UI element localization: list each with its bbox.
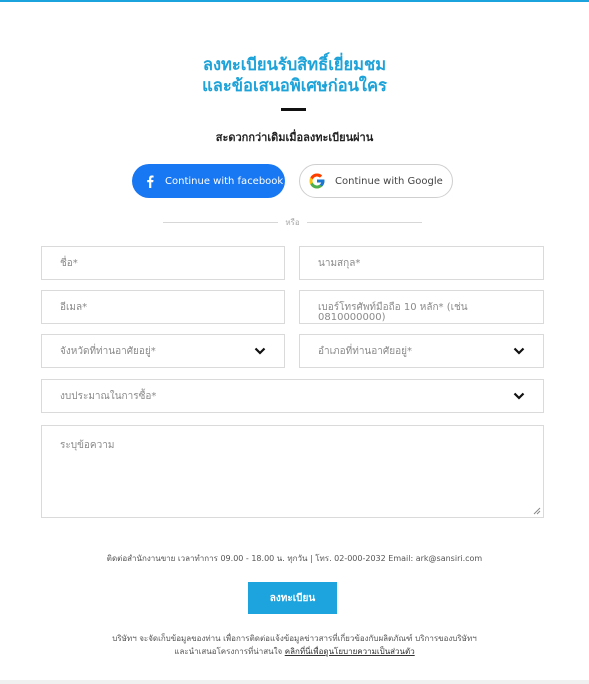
google-login-button[interactable]: Continue with Google (299, 164, 453, 198)
or-line-right (307, 222, 422, 223)
first-name-input[interactable]: ชื่อ* (41, 246, 285, 280)
google-icon (308, 172, 326, 190)
title-line-2: และข้อเสนอพิเศษก่อนใคร (202, 76, 387, 95)
first-name-placeholder: ชื่อ* (60, 257, 78, 269)
message-textarea[interactable]: ระบุข้อความ (41, 425, 544, 518)
budget-select[interactable]: งบประมาณในการซื้อ* (41, 379, 544, 413)
budget-placeholder: งบประมาณในการซื้อ* (60, 390, 157, 402)
district-select[interactable]: อำเภอที่ท่านอาศัยอยู่* (299, 334, 544, 368)
or-separator: หรือ (163, 216, 422, 228)
facebook-login-button[interactable]: Continue with facebook (132, 164, 285, 198)
chevron-down-icon (513, 392, 525, 400)
facebook-icon (143, 174, 157, 188)
message-placeholder: ระบุข้อความ (60, 440, 115, 451)
social-login-subtitle: สะดวกกว่าเดิมเมื่อลงทะเบียนผ่าน (215, 131, 374, 144)
email-placeholder: อีเมล* (60, 301, 88, 313)
phone-placeholder: เบอร์โทรศัพท์มือถือ 10 หลัก* (เช่น 08100… (318, 302, 468, 323)
contact-info: ติดต่อสำนักงานขาย เวลาทำการ 09.00 - 18.0… (106, 554, 483, 563)
register-submit-button[interactable]: ลงทะเบียน (248, 582, 337, 614)
chevron-down-icon (513, 347, 525, 355)
resize-grip-icon[interactable] (533, 507, 541, 515)
privacy-notice: บริษัทฯ จะจัดเก็บข้อมูลของท่าน เพื่อการต… (0, 632, 589, 658)
bottom-bar (0, 680, 589, 684)
title-divider (281, 108, 306, 111)
privacy-line-2-text: และนำเสนอโครงการที่น่าสนใจ (174, 647, 285, 656)
email-input[interactable]: อีเมล* (41, 290, 285, 324)
privacy-policy-link[interactable]: คลิกที่นี่เพื่อดูนโยบายความเป็นส่วนตัว (285, 647, 415, 656)
privacy-line-2: และนำเสนอโครงการที่น่าสนใจ คลิกที่นี่เพื… (0, 645, 589, 658)
phone-input[interactable]: เบอร์โทรศัพท์มือถือ 10 หลัก* (เช่น 08100… (299, 290, 544, 324)
top-accent-bar (0, 0, 589, 2)
last-name-placeholder: นามสกุล* (318, 257, 361, 269)
google-login-label: Continue with Google (335, 175, 443, 187)
last-name-input[interactable]: นามสกุล* (299, 246, 544, 280)
title-line-1: ลงทะเบียนรับสิทธิ์เยี่ยมชม (202, 55, 387, 74)
page-title: ลงทะเบียนรับสิทธิ์เยี่ยมชม และข้อเสนอพิเ… (0, 54, 589, 96)
province-select[interactable]: จังหวัดที่ท่านอาศัยอยู่* (41, 334, 285, 368)
district-placeholder: อำเภอที่ท่านอาศัยอยู่* (318, 345, 412, 357)
chevron-down-icon (254, 347, 266, 355)
privacy-line-1: บริษัทฯ จะจัดเก็บข้อมูลของท่าน เพื่อการต… (112, 634, 477, 643)
facebook-login-label: Continue with facebook (165, 175, 284, 187)
province-placeholder: จังหวัดที่ท่านอาศัยอยู่* (60, 345, 156, 357)
